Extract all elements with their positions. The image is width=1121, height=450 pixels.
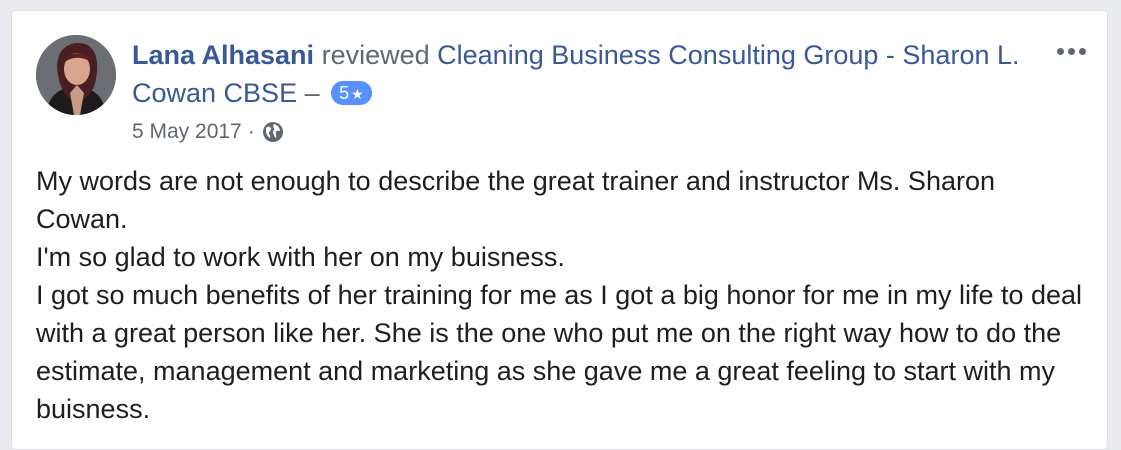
review-paragraph: My words are not enough to describe the … [36, 166, 996, 234]
post-header: Lana Alhasani reviewed Cleaning Business… [132, 36, 1042, 112]
more-options-icon[interactable] [1051, 39, 1091, 63]
header-dash: – [304, 78, 320, 108]
more-dot [1078, 47, 1086, 55]
more-dot [1056, 47, 1064, 55]
avatar-image [36, 35, 116, 115]
rating-badge[interactable]: 5 ★ [331, 81, 372, 105]
review-action-text: reviewed [321, 40, 430, 70]
author-name-link[interactable]: Lana Alhasani [132, 40, 314, 70]
review-paragraph: I got so much benefits of her training f… [36, 280, 1083, 424]
avatar[interactable] [36, 35, 116, 115]
rating-value: 5 [339, 83, 350, 103]
star-icon: ★ [351, 86, 364, 102]
post-meta: 5 May 2017 · [132, 118, 285, 146]
review-text: My words are not enough to describe the … [36, 162, 1086, 428]
meta-separator: · [247, 120, 255, 143]
more-dot [1067, 47, 1075, 55]
post-date-link[interactable]: 5 May 2017 [132, 118, 242, 146]
review-post-card: Lana Alhasani reviewed Cleaning Business… [11, 10, 1108, 450]
globe-icon[interactable] [261, 120, 285, 144]
review-paragraph: I'm so glad to work with her on my buisn… [36, 242, 565, 272]
